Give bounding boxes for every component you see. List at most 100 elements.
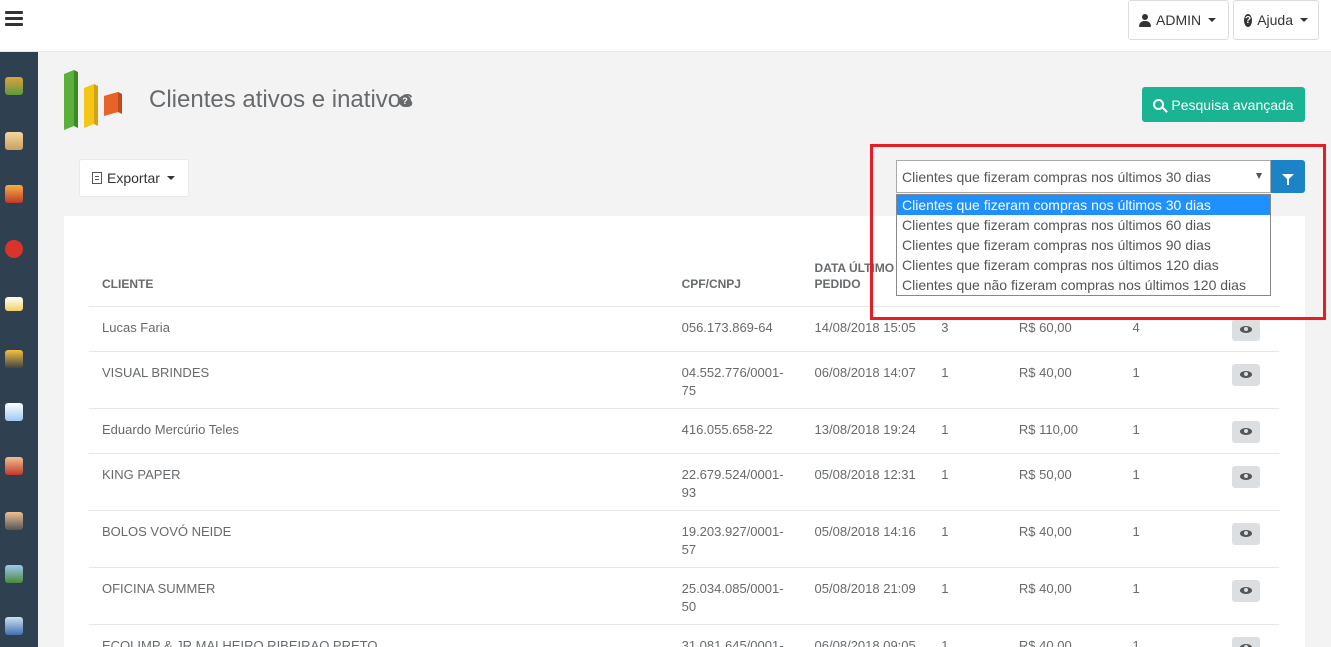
column-header-cpf-cnpj[interactable]: CPF/CNPJ: [668, 250, 802, 307]
table-row: VISUAL BRINDES 04.552.776/0001-75 06/08/20…: [89, 351, 1279, 409]
actions-cell: [1219, 453, 1279, 511]
select-arrow-icon: [1256, 173, 1262, 179]
last-order-date-cell: 05/08/2018 12:31: [801, 453, 929, 511]
sidebar-discount-icon[interactable]: [2, 237, 26, 261]
order-count-cell: 3: [928, 306, 1006, 352]
client-name-cell: VISUAL BRINDES: [89, 351, 669, 409]
table-row: ECOLIMP & JR MALHEIRO RIBEIRAO PRETO 31.0…: [89, 624, 1279, 647]
eye-icon: [1240, 371, 1253, 378]
client-name-cell: KING PAPER: [89, 453, 669, 511]
apply-filter-button[interactable]: [1271, 160, 1305, 193]
sidebar-products-icon[interactable]: [2, 74, 26, 98]
admin-menu-button[interactable]: ADMIN: [1128, 0, 1229, 40]
eye-icon: [1240, 326, 1253, 333]
last-order-date-cell: 06/08/2018 14:07: [801, 351, 929, 409]
sidebar-user-icon[interactable]: [2, 509, 26, 533]
cpf-cnpj-cell: 416.055.658-22: [668, 408, 802, 454]
table-row: OFICINA SUMMER 25.034.085/0001-50 05/08/20…: [89, 567, 1279, 625]
help-menu-button[interactable]: ? Ajuda: [1233, 0, 1319, 40]
quantity-cell: 1: [1119, 351, 1220, 409]
table-row: Lucas Faria 056.173.869-64 14/08/2018 15:0…: [89, 306, 1279, 352]
clients-table: CLIENTE CPF/CNPJ DATA ÚLTIMO PEDIDO Luca…: [89, 250, 1279, 647]
sidebar-database-icon[interactable]: [2, 614, 26, 638]
total-value-cell: R$ 40,00: [1005, 351, 1120, 409]
filter-option-90-days[interactable]: Clientes que fizeram compras nos últimos…: [897, 235, 1270, 255]
advanced-search-label: Pesquisa avançada: [1171, 96, 1294, 113]
top-navbar: ADMIN ? Ajuda: [0, 0, 1331, 52]
eye-icon: [1240, 587, 1253, 594]
menu-toggle-icon[interactable]: [5, 11, 23, 27]
caret-down-icon: [1208, 18, 1217, 22]
advanced-search-button[interactable]: Pesquisa avançada: [1142, 87, 1305, 122]
question-circle-icon: ?: [1244, 13, 1253, 27]
quantity-cell: 1: [1119, 408, 1220, 454]
client-name-cell: Eduardo Mercúrio Teles: [89, 408, 669, 454]
cpf-cnpj-cell: 04.552.776/0001-75: [668, 351, 802, 409]
page-title: Clientes ativos e inativos: [149, 86, 414, 113]
total-value-cell: R$ 60,00: [1005, 306, 1120, 352]
actions-cell: [1219, 351, 1279, 409]
period-filter-dropdown: Clientes que fizeram compras nos últimos…: [896, 194, 1271, 296]
search-icon: [1153, 99, 1165, 110]
cpf-cnpj-cell: 31.081.645/0001-: [668, 624, 802, 647]
view-client-button[interactable]: [1232, 420, 1261, 443]
cpf-cnpj-cell: 056.173.869-64: [668, 306, 802, 352]
client-name-cell: Lucas Faria: [89, 306, 669, 352]
eye-icon: [1240, 473, 1253, 480]
view-client-button[interactable]: [1232, 522, 1261, 545]
help-icon[interactable]: ?: [399, 95, 411, 107]
view-client-button[interactable]: [1232, 579, 1261, 602]
order-count-cell: 1: [928, 567, 1006, 625]
order-count-cell: 1: [928, 453, 1006, 511]
last-order-date-cell: 05/08/2018 14:16: [801, 510, 929, 568]
file-icon: [92, 172, 102, 184]
total-value-cell: R$ 110,00: [1005, 408, 1120, 454]
sidebar-box-icon[interactable]: [2, 182, 26, 206]
view-client-button[interactable]: [1232, 465, 1261, 488]
table-row: BOLOS VOVÓ NEIDE 19.203.927/0001-57 05/08/…: [89, 510, 1279, 568]
sidebar: [0, 52, 38, 647]
filter-option-no-purchase-120-days[interactable]: Clientes que não fizeram compras nos últ…: [897, 275, 1270, 295]
bar-chart-logo-icon: [64, 70, 122, 130]
client-name-cell: ECOLIMP & JR MALHEIRO RIBEIRAO PRETO: [89, 624, 669, 647]
last-order-date-cell: 05/08/2018 21:09: [801, 567, 929, 625]
sidebar-image-icon[interactable]: [2, 562, 26, 586]
admin-label: ADMIN: [1156, 12, 1202, 28]
cpf-cnpj-cell: 19.203.927/0001-57: [668, 510, 802, 568]
help-label: Ajuda: [1257, 12, 1293, 28]
order-count-cell: 1: [928, 408, 1006, 454]
last-order-date-cell: 13/08/2018 19:24: [801, 408, 929, 454]
total-value-cell: R$ 50,00: [1005, 453, 1120, 511]
export-button[interactable]: Exportar: [79, 159, 189, 197]
actions-cell: [1219, 306, 1279, 352]
caret-down-icon: [166, 176, 175, 180]
sidebar-shipping-icon[interactable]: [2, 347, 26, 371]
quantity-cell: 1: [1119, 624, 1220, 647]
table-row: Eduardo Mercúrio Teles 416.055.658-22 13/0…: [89, 408, 1279, 454]
sidebar-store-icon[interactable]: [2, 129, 26, 153]
filter-option-120-days[interactable]: Clientes que fizeram compras nos últimos…: [897, 255, 1270, 275]
table-row: KING PAPER 22.679.524/0001-93 05/08/2018 1…: [89, 453, 1279, 511]
column-header-cliente[interactable]: CLIENTE: [89, 250, 669, 307]
view-client-button[interactable]: [1232, 318, 1261, 341]
sidebar-payment-icon[interactable]: [2, 292, 26, 316]
total-value-cell: R$ 40,00: [1005, 510, 1120, 568]
caret-down-icon: [1300, 18, 1308, 22]
total-value-cell: R$ 40,00: [1005, 567, 1120, 625]
quantity-cell: 1: [1119, 510, 1220, 568]
view-client-button[interactable]: [1232, 636, 1261, 647]
period-filter-select[interactable]: Clientes que fizeram compras nos últimos…: [896, 160, 1271, 193]
last-order-date-cell: 06/08/2018 09:05: [801, 624, 929, 647]
actions-cell: [1219, 408, 1279, 454]
sidebar-documents-icon[interactable]: [2, 400, 26, 424]
order-count-cell: 1: [928, 510, 1006, 568]
actions-cell: [1219, 567, 1279, 625]
order-count-cell: 1: [928, 351, 1006, 409]
actions-cell: [1219, 624, 1279, 647]
cpf-cnpj-cell: 25.034.085/0001-50: [668, 567, 802, 625]
sidebar-clients-icon[interactable]: [2, 454, 26, 478]
last-order-date-cell: 14/08/2018 15:05: [801, 306, 929, 352]
filter-option-30-days[interactable]: Clientes que fizeram compras nos últimos…: [897, 195, 1270, 215]
view-client-button[interactable]: [1232, 363, 1261, 386]
filter-option-60-days[interactable]: Clientes que fizeram compras nos últimos…: [897, 215, 1270, 235]
